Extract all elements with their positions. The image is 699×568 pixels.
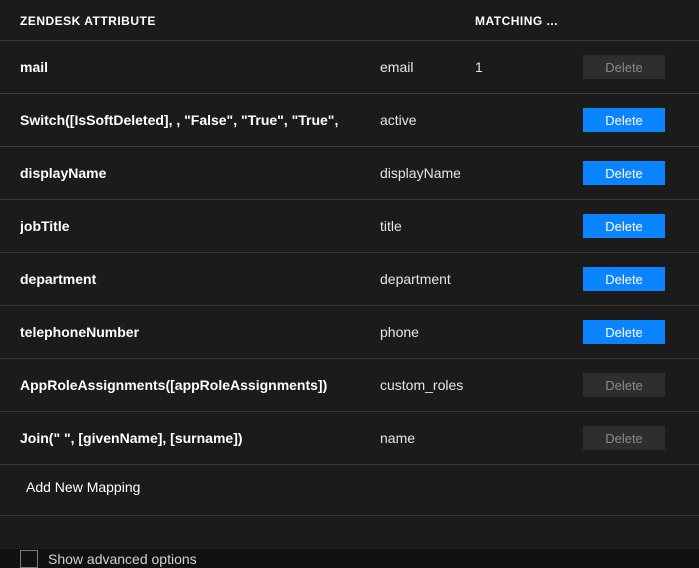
delete-button: Delete (583, 373, 665, 397)
table-row[interactable]: displayNamedisplayName Delete (0, 146, 699, 199)
table-header: ZENDESK ATTRIBUTE MATCHING ... (0, 0, 699, 40)
action-cell: Delete (575, 161, 665, 185)
table-row[interactable]: AppRoleAssignments([appRoleAssignments])… (0, 358, 699, 411)
action-cell: Delete (575, 55, 665, 79)
target-attribute-cell: email (380, 59, 475, 75)
target-attribute-cell: phone (380, 324, 475, 340)
header-matching: MATCHING ... (475, 14, 575, 28)
action-cell: Delete (575, 320, 665, 344)
source-attribute-cell: Join(" ", [givenName], [surname]) (20, 430, 380, 446)
source-attribute-cell: telephoneNumber (20, 324, 380, 340)
action-cell: Delete (575, 373, 665, 397)
table-body: mailemail1 Delete Switch([IsSoftDeleted], … (0, 40, 699, 464)
source-attribute-cell: department (20, 271, 380, 287)
target-attribute-cell: title (380, 218, 475, 234)
delete-button: Delete (583, 426, 665, 450)
table-row[interactable]: departmentdepartment Delete (0, 252, 699, 305)
table-row[interactable]: Join(" ", [givenName], [surname])name Del… (0, 411, 699, 464)
delete-button[interactable]: Delete (583, 320, 665, 344)
target-attribute-cell: name (380, 430, 475, 446)
source-attribute-cell: jobTitle (20, 218, 380, 234)
mapping-table: ZENDESK ATTRIBUTE MATCHING ... mailemail… (0, 0, 699, 516)
advanced-options-label: Show advanced options (48, 551, 197, 567)
advanced-options-row: Show advanced options (0, 516, 699, 568)
delete-button[interactable]: Delete (583, 108, 665, 132)
attribute-mapping-panel: ZENDESK ATTRIBUTE MATCHING ... mailemail… (0, 0, 699, 549)
delete-button[interactable]: Delete (583, 267, 665, 291)
matching-cell: 1 (475, 59, 575, 75)
table-row[interactable]: Switch([IsSoftDeleted], , "False", "True… (0, 93, 699, 146)
delete-button[interactable]: Delete (583, 161, 665, 185)
delete-button[interactable]: Delete (583, 214, 665, 238)
target-attribute-cell: custom_roles (380, 377, 475, 393)
target-attribute-cell: active (380, 112, 475, 128)
add-new-mapping-link[interactable]: Add New Mapping (0, 464, 699, 516)
action-cell: Delete (575, 426, 665, 450)
source-attribute-cell: displayName (20, 165, 380, 181)
source-attribute-cell: Switch([IsSoftDeleted], , "False", "True… (20, 112, 380, 128)
target-attribute-cell: department (380, 271, 475, 287)
header-zendesk-attribute: ZENDESK ATTRIBUTE (20, 14, 380, 28)
table-row[interactable]: telephoneNumberphone Delete (0, 305, 699, 358)
table-row[interactable]: mailemail1 Delete (0, 40, 699, 93)
action-cell: Delete (575, 267, 665, 291)
action-cell: Delete (575, 214, 665, 238)
advanced-options-checkbox[interactable] (20, 550, 38, 568)
table-row[interactable]: jobTitletitle Delete (0, 199, 699, 252)
delete-button: Delete (583, 55, 665, 79)
target-attribute-cell: displayName (380, 165, 475, 181)
action-cell: Delete (575, 108, 665, 132)
source-attribute-cell: mail (20, 59, 380, 75)
source-attribute-cell: AppRoleAssignments([appRoleAssignments]) (20, 377, 380, 393)
